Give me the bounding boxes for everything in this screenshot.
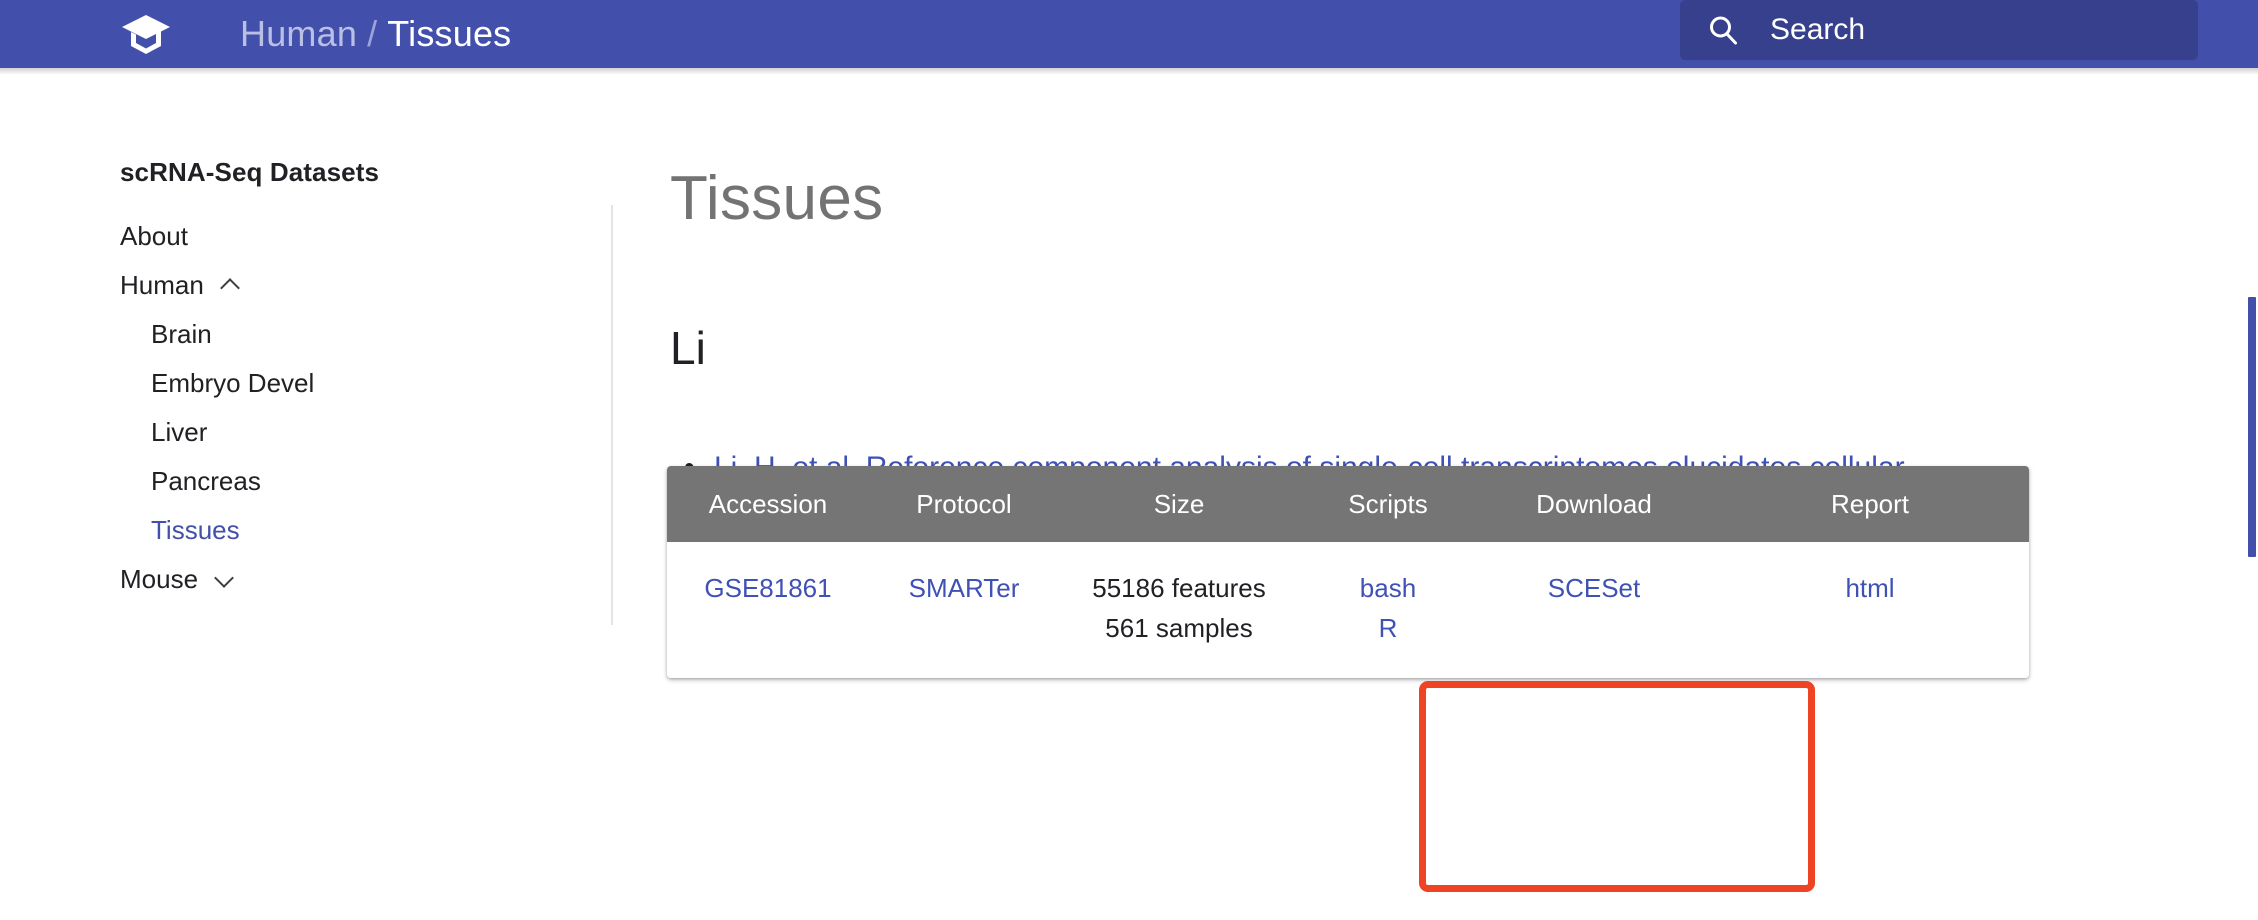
breadcrumb-separator: /	[367, 13, 378, 54]
search-placeholder: Search	[1770, 13, 1866, 46]
sidebar-item-label: Pancreas	[151, 466, 261, 496]
column-header-accession: Accession	[667, 466, 869, 542]
column-header-scripts: Scripts	[1299, 466, 1477, 542]
chevron-up-icon	[220, 275, 242, 297]
section-heading-li: Li	[670, 322, 706, 374]
sidebar-item-human[interactable]: Human	[120, 261, 550, 310]
sidebar-item-pancreas[interactable]: Pancreas	[120, 457, 550, 506]
download-sceset-link[interactable]: SCESet	[1477, 568, 1711, 608]
chevron-down-icon	[214, 569, 236, 591]
scrollbar-track[interactable]	[2248, 75, 2258, 920]
column-header-size: Size	[1059, 466, 1299, 542]
sidebar-item-brain[interactable]: Brain	[120, 310, 550, 359]
sidebar-item-label: Embryo Devel	[151, 368, 315, 398]
table-header: Accession Protocol Size Scripts Download…	[667, 466, 2029, 542]
sidebar-item-label: Brain	[151, 319, 212, 349]
breadcrumb-current[interactable]: Tissues	[387, 13, 511, 55]
sidebar-item-label: Human	[120, 270, 204, 300]
datasets-table-card: Accession Protocol Size Scripts Download…	[667, 466, 2029, 678]
cell-accession: GSE81861	[667, 542, 869, 678]
search-input[interactable]: Search	[1680, 0, 2198, 60]
header-shadow	[0, 68, 2258, 75]
cell-scripts: bash R	[1299, 542, 1477, 678]
app-header: Human / Tissues Search	[0, 0, 2258, 68]
cell-report: html	[1711, 542, 2029, 678]
cell-size: 55186 features 561 samples	[1059, 542, 1299, 678]
cell-protocol: SMARTer	[869, 542, 1059, 678]
scrollbar-thumb[interactable]	[2248, 297, 2256, 557]
graduation-cap-icon[interactable]	[120, 8, 172, 60]
sidebar-item-label: About	[120, 221, 188, 251]
sidebar-item-embryo-devel[interactable]: Embryo Devel	[120, 359, 550, 408]
sidebar-item-liver[interactable]: Liver	[120, 408, 550, 457]
sidebar-item-mouse[interactable]: Mouse	[120, 555, 550, 604]
column-header-download: Download	[1477, 466, 1711, 542]
sidebar-item-label: Liver	[151, 417, 208, 447]
sidebar-item-label: Tissues	[151, 515, 240, 545]
accession-link[interactable]: GSE81861	[667, 568, 869, 608]
column-header-protocol: Protocol	[869, 466, 1059, 542]
breadcrumb-parent[interactable]: Human	[240, 13, 357, 55]
sidebar-item-tissues[interactable]: Tissues	[120, 506, 550, 555]
script-r-link[interactable]: R	[1299, 608, 1477, 648]
sidebar-item-label: Mouse	[120, 564, 199, 594]
main-content: Tissues Li Li, H. et al. Reference compo…	[612, 75, 2258, 920]
breadcrumb: Human / Tissues	[240, 0, 511, 68]
script-bash-link[interactable]: bash	[1299, 568, 1477, 608]
report-html-link[interactable]: html	[1711, 568, 2029, 608]
cell-download: SCESet	[1477, 542, 1711, 678]
search-icon	[1706, 13, 1740, 47]
datasets-table: Accession Protocol Size Scripts Download…	[667, 466, 2029, 678]
page-title: Tissues	[670, 164, 884, 233]
table-body: GSE81861 SMARTer 55186 features 561 samp…	[667, 542, 2029, 678]
table-header-row: Accession Protocol Size Scripts Download…	[667, 466, 2029, 542]
protocol-link[interactable]: SMARTer	[869, 568, 1059, 608]
size-features: 55186 features	[1092, 573, 1266, 603]
column-header-report: Report	[1711, 466, 2029, 542]
table-row: GSE81861 SMARTer 55186 features 561 samp…	[667, 542, 2029, 678]
size-samples: 561 samples	[1105, 613, 1253, 643]
sidebar: scRNA-Seq Datasets About Human Brain Emb…	[0, 75, 610, 920]
sidebar-item-about[interactable]: About	[120, 212, 550, 261]
sidebar-title: scRNA-Seq Datasets	[120, 157, 380, 187]
